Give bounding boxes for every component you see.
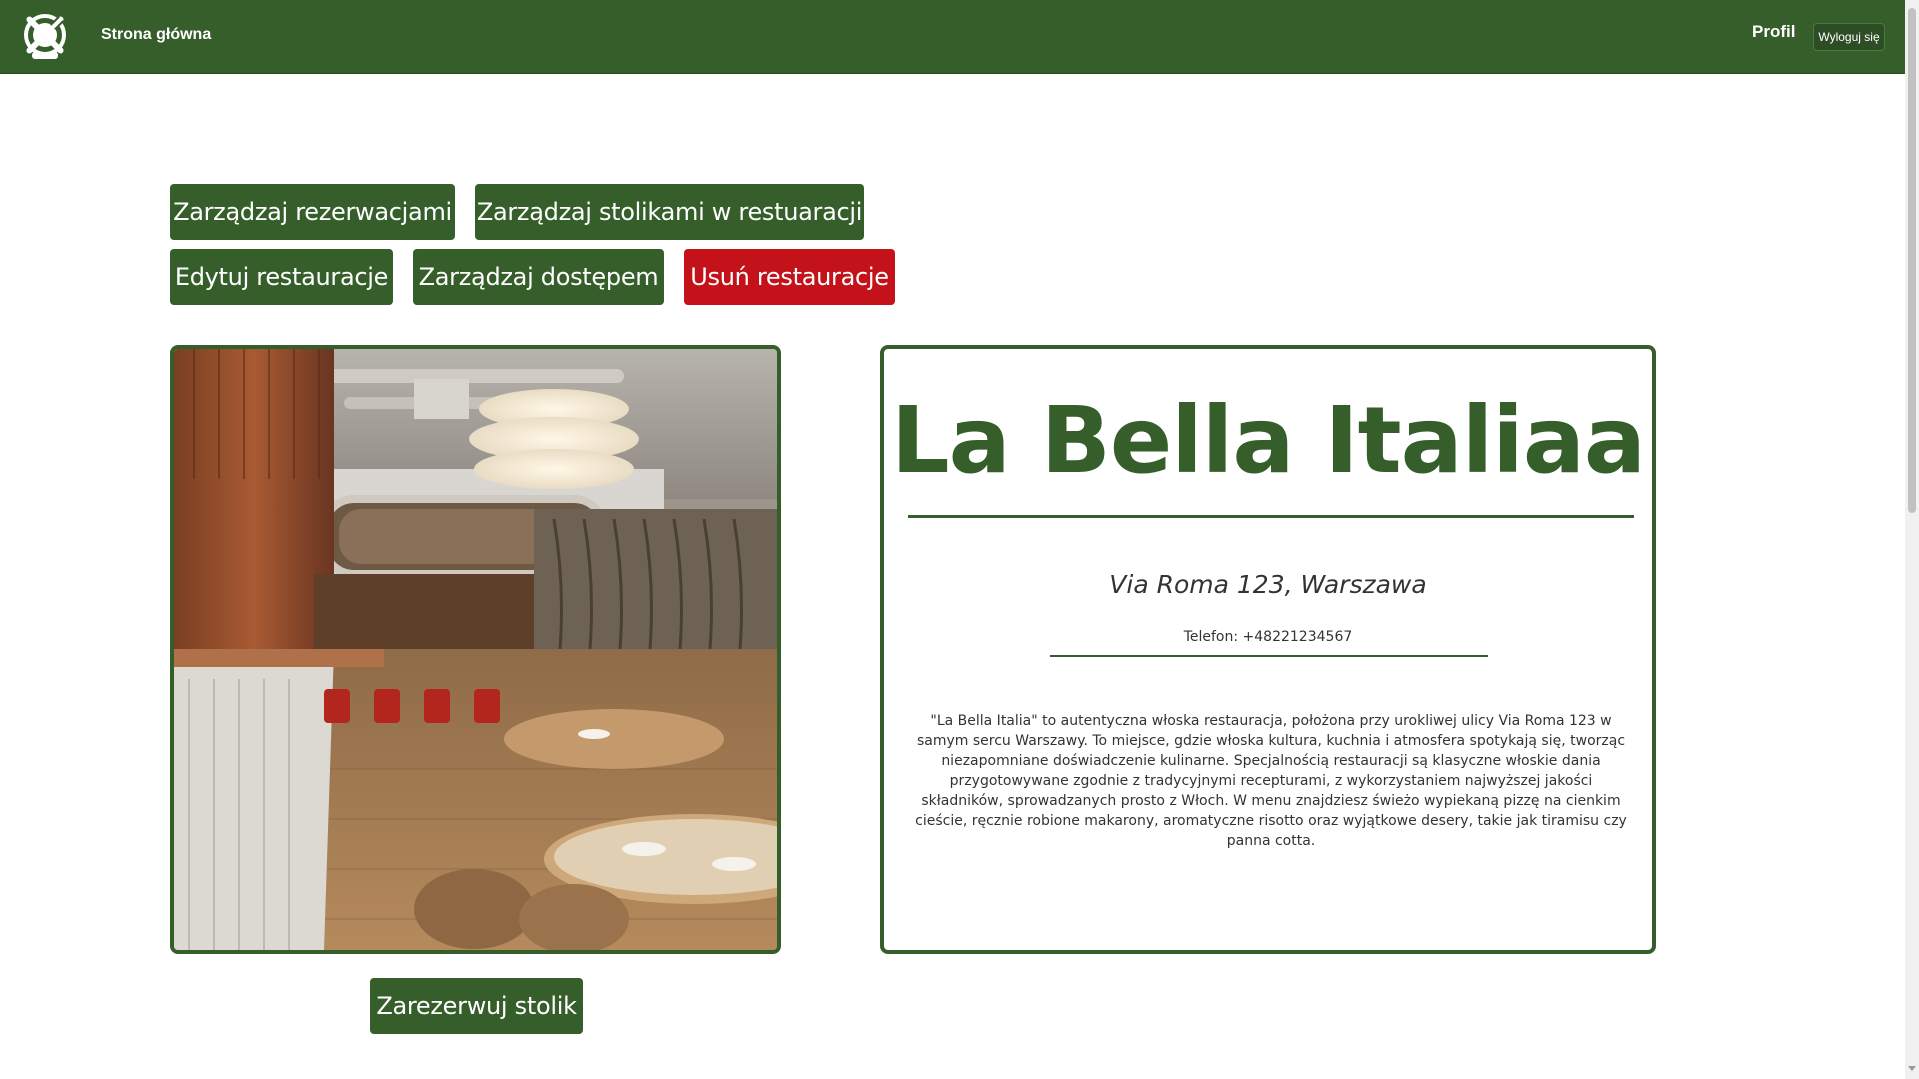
- manage-reservations-button[interactable]: Zarządzaj rezerwacjami: [170, 184, 455, 240]
- logout-button[interactable]: Wyloguj się: [1813, 23, 1885, 51]
- nav-profile-link[interactable]: Profil: [1752, 22, 1795, 42]
- restaurant-phone: Telefon: +48221234567: [1183, 629, 1353, 645]
- edit-restaurant-button[interactable]: Edytuj restauracje: [170, 249, 393, 305]
- restaurant-name: La Bella Italiaa: [891, 387, 1646, 494]
- manage-tables-button[interactable]: Zarządzaj stolikami w restuaracji: [475, 184, 864, 240]
- scroll-down-arrow-icon[interactable]: [1908, 1066, 1916, 1071]
- delete-restaurant-button[interactable]: Usuń restauracje: [684, 249, 895, 305]
- scrollbar-thumb[interactable]: [1908, 8, 1916, 513]
- nav-home-link[interactable]: Strona główna: [101, 26, 211, 44]
- restaurant-info-card: La Bella Italiaa Via Roma 123, Warszawa …: [880, 345, 1656, 954]
- restaurant-description: "La Bella Italia" to autentyczna włoska …: [915, 713, 1627, 849]
- reserve-table-button[interactable]: Zarezerwuj stolik: [370, 978, 583, 1034]
- restaurant-address: Via Roma 123, Warszawa: [1109, 570, 1427, 599]
- manage-access-button[interactable]: Zarządzaj dostępem: [413, 249, 664, 305]
- contact-divider: [1050, 655, 1488, 657]
- page-scrollbar[interactable]: [1905, 0, 1919, 1079]
- title-divider: [908, 515, 1634, 518]
- top-navbar: Strona główna Profil Wyloguj się: [0, 0, 1905, 74]
- logo-icon[interactable]: [18, 8, 72, 62]
- restaurant-photo: [170, 345, 781, 954]
